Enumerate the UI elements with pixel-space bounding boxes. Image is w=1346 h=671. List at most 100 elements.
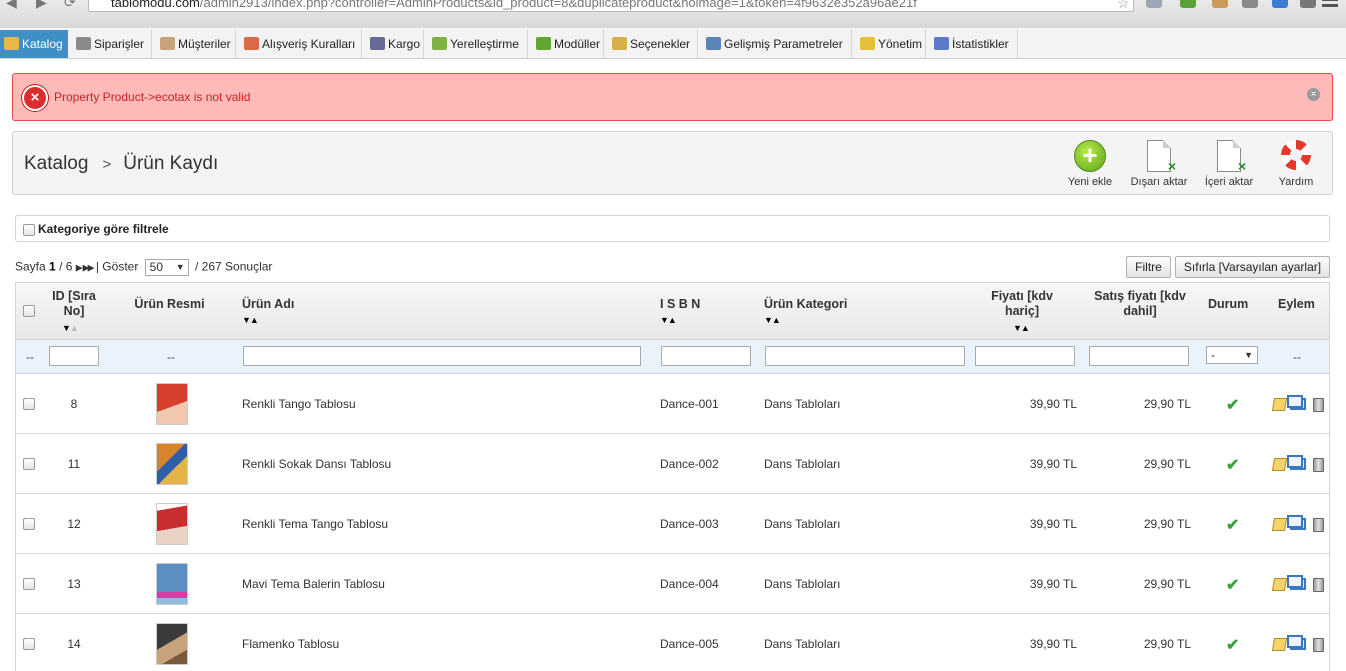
filter-category-input[interactable] — [765, 346, 965, 366]
column-isbn: I S B N — [660, 297, 701, 311]
column-sale-price: Satış fiyatı [kdv dahil] — [1094, 289, 1186, 318]
tab-label: Siparişler — [94, 37, 145, 51]
row-sale-price: 29,90 TL — [1143, 517, 1191, 531]
edit-icon[interactable] — [1271, 518, 1288, 531]
category-filter-checkbox[interactable] — [23, 224, 35, 236]
status-enabled-icon[interactable]: ✔ — [1226, 575, 1239, 595]
filter-name-input[interactable] — [243, 346, 641, 366]
tab-gelismis-parametreler[interactable]: Gelişmiş Parametreler — [702, 30, 852, 58]
address-bar[interactable]: tablomodu.com/admin2913/index.php?contro… — [88, 0, 1134, 12]
extension-icon[interactable] — [1146, 0, 1162, 8]
status-enabled-icon[interactable]: ✔ — [1226, 455, 1239, 475]
close-icon[interactable]: × — [1307, 88, 1320, 101]
edit-icon[interactable] — [1271, 458, 1288, 471]
status-enabled-icon[interactable]: ✔ — [1226, 635, 1239, 655]
breadcrumb-root[interactable]: Katalog — [24, 153, 88, 174]
filter-status-select[interactable]: - — [1206, 346, 1258, 364]
tab-yerellestirme[interactable]: Yerelleştirme — [428, 30, 528, 58]
tab-musteriler[interactable]: Müşteriler — [156, 30, 236, 58]
edit-icon[interactable] — [1271, 578, 1288, 591]
help-button[interactable]: Yardım — [1261, 140, 1331, 188]
filter-price-input[interactable] — [975, 346, 1075, 366]
filter-id-input[interactable] — [49, 346, 99, 366]
sort-icon[interactable]: ▼▲ — [660, 315, 677, 325]
bookmark-star-icon[interactable]: ☆ — [1117, 0, 1130, 12]
import-button[interactable]: × İçeri aktar — [1194, 140, 1264, 188]
product-thumbnail[interactable] — [156, 443, 188, 485]
duplicate-icon[interactable] — [1287, 395, 1306, 410]
category-filter-box: Kategoriye göre filtrele — [15, 215, 1330, 242]
product-thumbnail[interactable] — [156, 623, 188, 665]
puzzle-icon — [536, 37, 551, 50]
duplicate-icon[interactable] — [1287, 635, 1306, 650]
tab-kargo[interactable]: Kargo — [366, 30, 424, 58]
reset-button[interactable]: Sıfırla [Varsayılan ayarlar] — [1175, 256, 1330, 278]
delete-icon[interactable] — [1313, 458, 1324, 472]
next-page-icon[interactable]: ▶ — [76, 263, 83, 273]
extension-icon[interactable] — [1300, 0, 1316, 8]
row-checkbox[interactable] — [23, 458, 35, 470]
tab-siparisler[interactable]: Siparişler — [72, 30, 152, 58]
row-name[interactable]: Renkli Tema Tango Tablosu — [242, 517, 388, 531]
delete-icon[interactable] — [1313, 638, 1324, 652]
current-page: 1 — [49, 259, 56, 274]
row-price: 39,90 TL — [1029, 397, 1077, 411]
product-thumbnail[interactable] — [156, 383, 188, 425]
table-row[interactable]: 12 Renkli Tema Tango Tablosu Dance-003 D… — [16, 494, 1329, 554]
filter-isbn-input[interactable] — [661, 346, 751, 366]
row-name[interactable]: Mavi Tema Balerin Tablosu — [242, 577, 385, 591]
tab-yonetim[interactable]: Yönetim — [856, 30, 926, 58]
browser-menu-icon[interactable] — [1322, 0, 1338, 8]
sort-icon[interactable]: ▼▲ — [764, 315, 781, 325]
per-page-select[interactable]: 50 — [144, 259, 189, 276]
table-row[interactable]: 14 Flamenko Tablosu Dance-005 Dans Tablo… — [16, 614, 1329, 671]
sort-icon[interactable]: ▼▲ — [62, 323, 79, 333]
table-row[interactable]: 8 Renkli Tango Tablosu Dance-001 Dans Ta… — [16, 374, 1329, 434]
status-enabled-icon[interactable]: ✔ — [1226, 515, 1239, 535]
row-checkbox[interactable] — [23, 398, 35, 410]
product-thumbnail[interactable] — [156, 503, 188, 545]
sort-icon[interactable]: ▼▲ — [1013, 323, 1030, 333]
product-thumbnail[interactable] — [156, 563, 188, 605]
select-all-checkbox[interactable] — [23, 305, 35, 317]
duplicate-icon[interactable] — [1287, 515, 1306, 530]
edit-icon[interactable] — [1271, 398, 1288, 411]
status-enabled-icon[interactable]: ✔ — [1226, 395, 1239, 415]
row-checkbox[interactable] — [23, 518, 35, 530]
sort-icon[interactable]: ▼▲ — [242, 315, 259, 325]
duplicate-icon[interactable] — [1287, 575, 1306, 590]
forward-icon[interactable]: ▶ — [36, 0, 47, 11]
reload-icon[interactable]: ⟳ — [64, 0, 76, 11]
delete-icon[interactable] — [1313, 398, 1324, 412]
tab-secenekler[interactable]: Seçenekler — [608, 30, 698, 58]
row-checkbox[interactable] — [23, 578, 35, 590]
tab-moduller[interactable]: Modüller — [532, 30, 604, 58]
table-header: ID [Sıra No] ▼▲ Ürün Resmi Ürün Adı ▼▲ I… — [16, 283, 1329, 340]
help-label: Yardım — [1278, 176, 1314, 188]
filter-row: -- -- - -- — [16, 340, 1329, 374]
edit-icon[interactable] — [1271, 638, 1288, 651]
row-name[interactable]: Renkli Sokak Dansı Tablosu — [242, 457, 391, 471]
delete-icon[interactable] — [1313, 518, 1324, 532]
extension-icon[interactable] — [1212, 0, 1228, 8]
tab-istatistikler[interactable]: İstatistikler — [930, 30, 1018, 58]
last-page-icon[interactable]: ▶▶ — [83, 263, 95, 273]
filter-sale-price-input[interactable] — [1089, 346, 1189, 366]
filter-button[interactable]: Filtre — [1126, 256, 1171, 278]
tab-alisveris-kurallari[interactable]: Alışveriş Kuralları — [240, 30, 362, 58]
delete-icon[interactable] — [1313, 578, 1324, 592]
row-name[interactable]: Flamenko Tablosu — [242, 637, 339, 651]
row-checkbox[interactable] — [23, 638, 35, 650]
import-icon: × — [1217, 140, 1246, 174]
row-name[interactable]: Renkli Tango Tablosu — [242, 397, 356, 411]
table-row[interactable]: 13 Mavi Tema Balerin Tablosu Dance-004 D… — [16, 554, 1329, 614]
extension-icon[interactable] — [1242, 0, 1258, 8]
export-button[interactable]: × Dışarı aktar — [1124, 140, 1194, 188]
extension-icon[interactable] — [1180, 0, 1196, 8]
duplicate-icon[interactable] — [1287, 455, 1306, 470]
tab-katalog[interactable]: Katalog — [0, 30, 68, 58]
table-row[interactable]: 11 Renkli Sokak Dansı Tablosu Dance-002 … — [16, 434, 1329, 494]
extension-icon[interactable] — [1272, 0, 1288, 8]
add-new-button[interactable]: + Yeni ekle — [1055, 140, 1125, 188]
back-icon[interactable]: ◀ — [6, 0, 17, 11]
